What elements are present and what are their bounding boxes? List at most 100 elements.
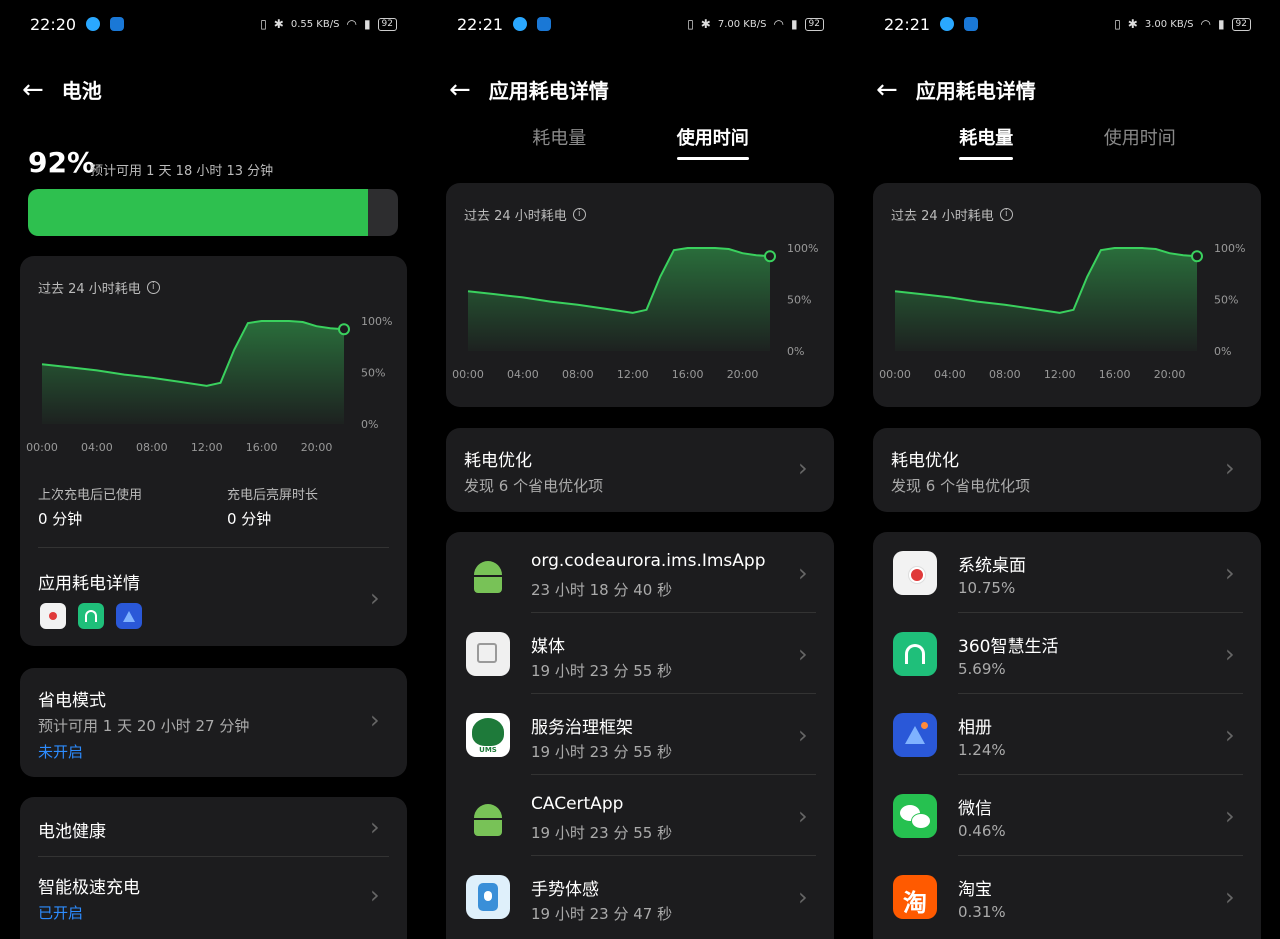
- bluetooth-icon: ✱: [700, 17, 711, 31]
- bluetooth-icon: ✱: [273, 17, 284, 31]
- last-charge-value: 0 分钟: [38, 510, 83, 528]
- album-icon: [893, 713, 937, 757]
- battery-estimate: 预计可用 1 天 18 小时 13 分钟: [90, 164, 274, 179]
- optimize-subtitle: 发现 6 个省电优化项: [464, 477, 604, 495]
- power-saving-estimate: 预计可用 1 天 20 小时 27 分钟: [38, 717, 250, 735]
- signal-icon: ▮: [790, 17, 798, 31]
- x-tick-label: 08:00: [562, 368, 594, 381]
- chevron-right-icon: ›: [370, 706, 380, 734]
- y-tick-label: 0%: [361, 418, 378, 431]
- app-notify-icon: [537, 17, 552, 31]
- system-desktop-icon: [40, 603, 66, 629]
- chevron-right-icon: ›: [1225, 802, 1235, 830]
- info-icon[interactable]: i: [999, 208, 1013, 221]
- back-arrow-icon[interactable]: ←: [876, 77, 898, 103]
- app-name: 手势体感: [531, 880, 599, 900]
- app-row[interactable]: org.codeaurora.ims.ImsApp 23 小时 18 分 40 秒…: [446, 532, 834, 613]
- chevron-right-icon: ›: [370, 584, 380, 612]
- chevron-right-icon: ›: [1225, 883, 1235, 911]
- x-tick-label: 16:00: [246, 441, 278, 454]
- chevron-right-icon: ›: [798, 883, 808, 911]
- ums-icon: UMS: [466, 713, 510, 757]
- app-usage-title: 应用耗电详情: [38, 574, 140, 594]
- chevron-right-icon: ›: [1225, 559, 1235, 587]
- app-row[interactable]: 360智慧生活 5.69% ›: [873, 613, 1261, 694]
- app-row[interactable]: UMS 服务治理框架 19 小时 23 分 55 秒 ›: [446, 694, 834, 775]
- status-bar: 22:21 ▯ ✱ 7.00 KB/S ◠ ▮ 92: [457, 12, 824, 36]
- vibrate-icon: ▯: [1114, 17, 1121, 31]
- app-row[interactable]: 手势体感 19 小时 23 分 47 秒 ›: [446, 856, 834, 937]
- wifi-icon: ◠: [346, 17, 357, 31]
- app-value: 10.75%: [958, 579, 1016, 597]
- app-row[interactable]: 媒体 19 小时 23 分 55 秒 ›: [446, 613, 834, 694]
- chart-card: 过去 24 小时耗电 i 00:00 04:00 08:00 12:00 16:00 20…: [873, 183, 1261, 407]
- x-tick-label: 00:00: [452, 368, 484, 381]
- chart-end-point: [338, 323, 350, 336]
- app-name: 系统桌面: [958, 556, 1026, 576]
- power-saving-card[interactable]: 省电模式 预计可用 1 天 20 小时 27 分钟 未开启 ›: [20, 668, 407, 777]
- power-saving-status: 未开启: [38, 743, 84, 761]
- info-icon[interactable]: i: [572, 208, 586, 221]
- app-name: 360智慧生活: [958, 637, 1059, 657]
- app-value: 23 小时 18 分 40 秒: [531, 581, 673, 599]
- app-row[interactable]: 相册 1.24% ›: [873, 694, 1261, 775]
- bluetooth-icon: ✱: [1127, 17, 1138, 31]
- x-tick-label: 08:00: [136, 441, 168, 454]
- power-saving-title: 省电模式: [38, 691, 106, 711]
- app-name: 相册: [958, 718, 992, 738]
- tab-power-consumption[interactable]: 耗电量: [532, 124, 586, 160]
- wifi-icon: ◠: [773, 17, 784, 31]
- app-value: 19 小时 23 分 47 秒: [531, 905, 673, 923]
- chevron-right-icon: ›: [370, 813, 380, 841]
- app-name: 微信: [958, 799, 992, 819]
- app-row[interactable]: 系统桌面 10.75% ›: [873, 532, 1261, 613]
- tab-usage-time[interactable]: 使用时间: [676, 124, 749, 160]
- clock: 22:21: [457, 14, 504, 34]
- chevron-right-icon: ›: [798, 802, 808, 830]
- tab-usage-time[interactable]: 使用时间: [1104, 124, 1176, 160]
- page-title: 应用耗电详情: [488, 79, 609, 103]
- battery-chart: 00:00 04:00 08:00 12:00 16:00 20:00 100% 50% 0%: [452, 242, 818, 381]
- x-tick-label: 12:00: [617, 368, 649, 381]
- chevron-right-icon: ›: [370, 881, 380, 909]
- battery-icon: 92: [377, 17, 397, 31]
- net-speed: 7.00 KB/S: [717, 18, 767, 30]
- tab-bar: 耗电量 使用时间: [427, 124, 854, 160]
- 360-home-icon: [893, 632, 937, 676]
- app-row[interactable]: 淘 淘宝 0.31% ›: [873, 856, 1261, 937]
- page-title: 应用耗电详情: [915, 79, 1036, 103]
- app-value: 19 小时 23 分 55 秒: [531, 824, 673, 842]
- y-tick-label: 50%: [1214, 294, 1238, 307]
- chart-area: [468, 248, 770, 351]
- back-arrow-icon[interactable]: ←: [22, 77, 44, 103]
- info-icon[interactable]: i: [146, 281, 160, 294]
- qq-icon: [940, 17, 955, 31]
- x-tick-label: 12:00: [1044, 368, 1076, 381]
- vibrate-icon: ▯: [260, 17, 267, 31]
- tab-power-consumption[interactable]: 耗电量: [959, 124, 1014, 160]
- android-icon: [466, 794, 510, 838]
- optimize-card[interactable]: 耗电优化 发现 6 个省电优化项 ›: [446, 428, 834, 512]
- optimize-card[interactable]: 耗电优化 发现 6 个省电优化项 ›: [873, 428, 1261, 512]
- divider: [38, 547, 389, 548]
- app-name: 媒体: [531, 637, 565, 657]
- back-arrow-icon[interactable]: ←: [449, 77, 471, 103]
- clock: 22:21: [884, 14, 931, 34]
- chevron-right-icon: ›: [1225, 454, 1235, 482]
- app-value: 19 小时 23 分 55 秒: [531, 743, 673, 761]
- app-row[interactable]: CACertApp 19 小时 23 分 55 秒 ›: [446, 775, 834, 856]
- 360-home-icon: [78, 603, 104, 629]
- x-tick-label: 00:00: [879, 368, 911, 381]
- x-tick-label: 16:00: [1099, 368, 1131, 381]
- app-value: 19 小时 23 分 55 秒: [531, 662, 673, 680]
- status-bar: 22:21 ▯ ✱ 3.00 KB/S ◠ ▮ 92: [884, 12, 1251, 36]
- y-tick-label: 100%: [787, 242, 818, 255]
- y-tick-label: 0%: [1214, 345, 1231, 358]
- wechat-icon: [893, 794, 937, 838]
- chart-title-row: 过去 24 小时耗电 i: [891, 205, 1013, 224]
- net-speed: 0.55 KB/S: [290, 18, 340, 30]
- optimize-title: 耗电优化: [464, 451, 532, 471]
- app-row[interactable]: 微信 0.46% ›: [873, 775, 1261, 856]
- app-name: CACertApp: [531, 794, 624, 814]
- y-tick-label: 50%: [361, 367, 385, 380]
